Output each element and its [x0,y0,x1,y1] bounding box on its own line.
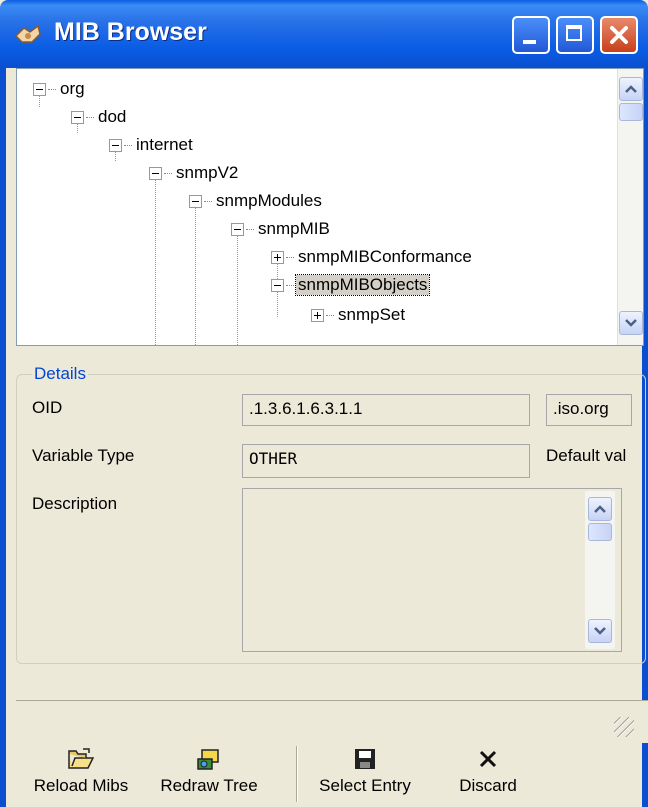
oid-name-field[interactable]: .iso.org [546,394,632,426]
scroll-down-button[interactable] [619,311,643,335]
tree-connector [155,175,156,345]
tree-node-snmpmodules[interactable]: snmpModules [189,189,324,213]
tree-node-snmpmib[interactable]: snmpMIB [231,217,332,241]
tree-connector [124,144,132,146]
chevron-down-icon [625,319,637,327]
tree-node-dod[interactable]: dod [71,105,128,129]
chevron-down-icon [594,627,606,635]
collapse-icon[interactable] [71,110,84,124]
redraw-tree-button[interactable]: Redraw Tree [152,742,266,804]
tree-connector [286,256,294,258]
toolbar: Reload Mibs Redraw Tree Select Entry Dis… [6,742,642,807]
description-scrollbar[interactable] [585,491,615,649]
tree-connector [204,200,212,202]
tree-connector [246,228,254,230]
tree-connector [237,231,238,345]
tree-node-snmpv2[interactable]: snmpV2 [149,161,240,185]
tree-node-label: internet [136,135,193,154]
collapse-icon[interactable] [231,222,244,236]
scroll-up-button[interactable] [588,497,612,521]
oid-field[interactable]: .1.3.6.1.6.3.1.1 [242,394,530,426]
maximize-button[interactable] [556,16,594,54]
tree-scrollbar[interactable] [617,69,643,345]
tree-node-label-selected: snmpMIBObjects [294,274,431,296]
variable-type-label: Variable Type [32,446,135,465]
close-icon [610,26,628,44]
minimize-icon [523,40,536,44]
default-value-label: Default val [546,446,627,465]
open-folder-icon [68,742,94,776]
collapse-icon[interactable] [149,166,162,180]
discard-label: Discard [459,776,517,795]
tree-connector [86,116,94,118]
minimize-button[interactable] [512,16,550,54]
description-textarea[interactable] [242,488,622,652]
tree-connector [326,314,334,316]
maximize-icon [566,25,582,41]
tree-node-label: snmpMIB [258,219,330,238]
scroll-thumb[interactable] [619,103,643,121]
toolbar-separator [296,746,298,802]
tree-node-label: snmpModules [216,191,322,210]
tree-node-snmpmibobjects[interactable]: snmpMIBObjects [271,273,431,297]
discard-button[interactable]: Discard [446,742,530,804]
tree-node-label: snmpMIBConformance [298,247,472,266]
details-group-title: Details [32,364,88,384]
select-entry-label: Select Entry [319,776,411,795]
redraw-tree-label: Redraw Tree [160,776,258,795]
redraw-tree-icon [196,742,222,776]
tree-node-internet[interactable]: internet [109,133,195,157]
tree-connector [48,88,56,90]
scroll-up-button[interactable] [619,77,643,101]
title-bar[interactable]: MIB Browser [0,0,648,68]
oid-label: OID [32,398,63,417]
window-frame-left [0,68,6,807]
chevron-up-icon [594,505,606,513]
collapse-icon[interactable] [189,194,202,208]
expand-icon[interactable] [271,250,284,264]
tree-connector [286,284,294,286]
tree-node-org[interactable]: org [33,77,87,101]
window-title: MIB Browser [54,18,207,46]
expand-icon[interactable] [311,308,324,322]
tree-node-snmpset[interactable]: snmpSet [311,303,407,327]
reload-mibs-label: Reload Mibs [33,776,129,795]
scroll-down-button[interactable] [588,619,612,643]
resize-grip[interactable] [614,717,634,737]
collapse-icon[interactable] [109,138,122,152]
tree-node-label: snmpV2 [176,163,239,182]
status-bar [16,700,648,743]
select-entry-button[interactable]: Select Entry [312,742,418,804]
discard-x-icon [478,742,498,776]
tree-node-label: dod [98,107,127,126]
tree-connector [164,172,172,174]
scroll-thumb[interactable] [588,523,612,541]
tree-node-label: snmpSet [338,305,406,324]
tree-node-snmpmibconformance[interactable]: snmpMIBConformance [271,245,474,269]
chevron-up-icon [625,85,637,93]
tree-node-label: org [60,79,85,98]
variable-type-field[interactable]: OTHER [242,444,530,478]
collapse-icon[interactable] [271,278,284,292]
collapse-icon[interactable] [33,82,46,96]
reload-mibs-button[interactable]: Reload Mibs [24,742,138,804]
save-disk-icon [354,742,376,776]
mib-tree-view[interactable]: org dod internet snmpV2 snmpModules snmp… [16,68,644,346]
mib-browser-app-icon [14,24,41,43]
tree-connector [195,203,196,345]
close-button[interactable] [600,16,638,54]
description-label: Description [32,494,118,513]
